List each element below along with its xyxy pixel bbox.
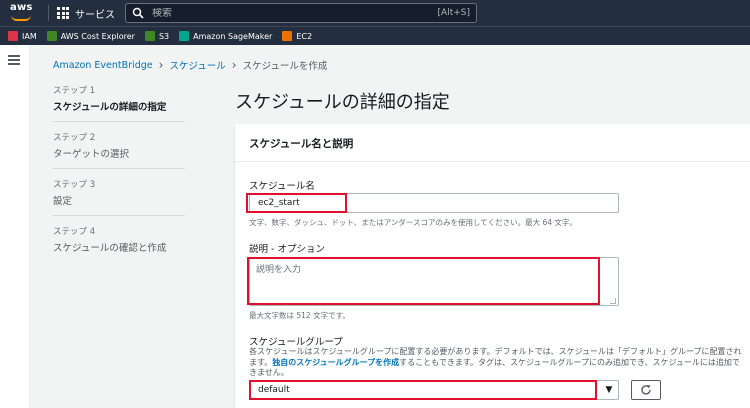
schedule-group-label: スケジュールグループ bbox=[249, 337, 343, 348]
aws-smile-icon bbox=[11, 15, 31, 21]
favorite-label: IAM bbox=[22, 31, 37, 41]
step-1[interactable]: ステップ 1 スケジュールの詳細の指定 bbox=[53, 84, 185, 122]
favorites-bar: IAM AWS Cost Explorer S3 Amazon SageMaker EC… bbox=[0, 26, 750, 45]
schedule-name-panel: スケジュール名と説明 スケジュール名 文字、数字、ダッシュ、ドット、またはアンダ… bbox=[235, 124, 750, 408]
step-2[interactable]: ステップ 2 ターゲットの選択 bbox=[53, 131, 185, 169]
panel-header: スケジュール名と説明 bbox=[235, 124, 750, 162]
schedule-name-label: スケジュール名 bbox=[249, 181, 315, 192]
search-icon bbox=[132, 7, 144, 19]
step-label: スケジュールの詳細の指定 bbox=[53, 102, 167, 113]
schedule-group-description: 各スケジュールはスケジュールグループに配置する必要があります。デフォルトでは、ス… bbox=[249, 347, 747, 379]
refresh-icon bbox=[641, 385, 651, 395]
services-grid-icon[interactable] bbox=[57, 7, 69, 19]
service-icon bbox=[144, 31, 155, 41]
side-rail bbox=[0, 45, 30, 408]
favorite-iam[interactable]: IAM bbox=[8, 31, 37, 41]
step-label: 設定 bbox=[53, 196, 73, 207]
refresh-button[interactable] bbox=[631, 380, 661, 400]
breadcrumb-schedules[interactable]: スケジュール bbox=[169, 58, 225, 72]
services-menu[interactable]: サービス bbox=[75, 6, 115, 21]
nav-divider bbox=[48, 5, 49, 21]
service-icon bbox=[46, 31, 57, 41]
step-3[interactable]: ステップ 3 設定 bbox=[53, 178, 185, 216]
wizard-steps: ステップ 1 スケジュールの詳細の指定 ステップ 2 ターゲットの選択 ステップ… bbox=[53, 84, 185, 271]
step-number: ステップ 3 bbox=[53, 180, 96, 190]
menu-icon[interactable] bbox=[8, 55, 20, 65]
resize-handle-icon[interactable] bbox=[610, 298, 616, 304]
step-label: スケジュールの確認と作成 bbox=[53, 243, 167, 254]
aws-logo[interactable]: aws bbox=[8, 0, 44, 26]
schedule-group-select[interactable]: default ▼ bbox=[249, 380, 619, 400]
service-icon bbox=[8, 31, 18, 41]
breadcrumb-current: スケジュールを作成 bbox=[242, 61, 328, 72]
top-nav: aws サービス [Alt+S] bbox=[0, 0, 750, 26]
step-number: ステップ 4 bbox=[53, 227, 96, 237]
description-hint: 最大文字数は 512 文字です。 bbox=[249, 311, 350, 320]
search-input[interactable] bbox=[152, 7, 438, 19]
step-4[interactable]: ステップ 4 スケジュールの確認と作成 bbox=[53, 225, 185, 262]
favorite-label: S3 bbox=[158, 31, 170, 41]
step-label: ターゲットの選択 bbox=[53, 149, 130, 160]
favorite-label: Amazon SageMaker bbox=[193, 31, 273, 41]
service-icon bbox=[282, 31, 293, 41]
favorite-amazon-sagemaker[interactable]: Amazon SageMaker bbox=[179, 31, 272, 41]
select-value: default bbox=[258, 385, 290, 395]
favorite-ec2[interactable]: EC2 bbox=[282, 31, 312, 41]
schedule-name-input[interactable] bbox=[249, 193, 619, 213]
step-number: ステップ 1 bbox=[53, 86, 96, 96]
breadcrumb: Amazon EventBridge › スケジュール › スケジュールを作成 bbox=[53, 58, 327, 72]
search-box[interactable]: [Alt+S] bbox=[125, 3, 477, 23]
search-shortcut: [Alt+S] bbox=[437, 8, 470, 18]
create-group-link[interactable]: 独自のスケジュールグループを作成 bbox=[272, 358, 399, 367]
favorite-label: AWS Cost Explorer bbox=[60, 31, 135, 41]
favorite-s3[interactable]: S3 bbox=[144, 31, 170, 41]
service-icon bbox=[179, 31, 190, 41]
favorite-aws-cost-explorer[interactable]: AWS Cost Explorer bbox=[46, 31, 135, 41]
breadcrumb-eventbridge[interactable]: Amazon EventBridge bbox=[53, 60, 153, 71]
description-textarea[interactable] bbox=[249, 257, 619, 306]
step-number: ステップ 2 bbox=[53, 133, 96, 143]
breadcrumb-chevron-icon: › bbox=[231, 58, 237, 72]
aws-logo-text: aws bbox=[10, 2, 33, 13]
description-label: 説明 - オプション bbox=[249, 244, 325, 255]
favorite-label: EC2 bbox=[296, 31, 313, 41]
schedule-name-hint: 文字、数字、ダッシュ、ドット、またはアンダースコアのみを使用してください。最大 … bbox=[249, 218, 577, 227]
breadcrumb-chevron-icon: › bbox=[158, 58, 164, 72]
caret-down-icon: ▼ bbox=[605, 385, 613, 395]
page-title: スケジュールの詳細の指定 bbox=[235, 92, 450, 113]
